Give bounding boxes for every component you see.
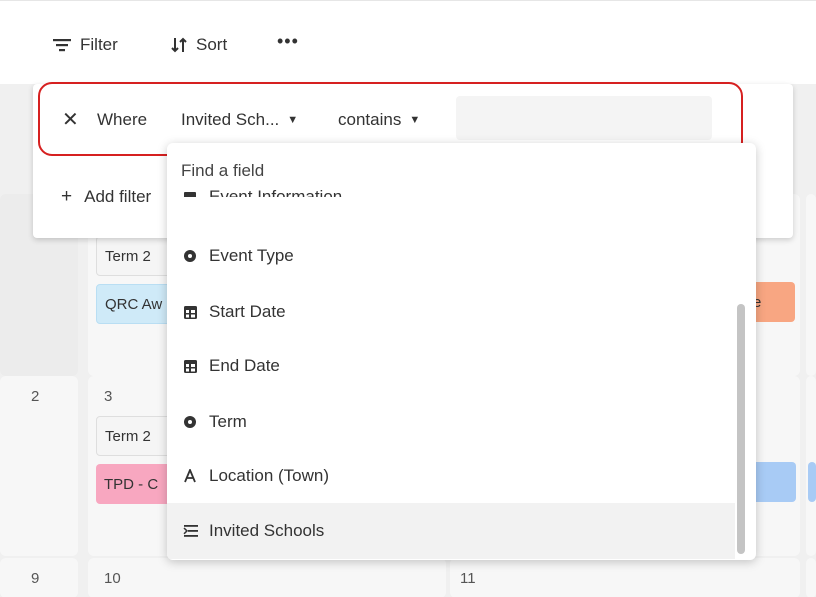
field-option-location-town[interactable]: Location (Town) [167, 448, 735, 504]
close-icon: ✕ [62, 109, 79, 131]
where-label: Where [97, 110, 148, 129]
plus-icon: + [61, 186, 73, 207]
single-select-icon [183, 249, 203, 263]
field-option-label: Location (Town) [209, 466, 330, 485]
row-number: 2 [31, 388, 40, 405]
more-icon: ••• [277, 31, 299, 51]
field-option-start-date[interactable]: Start Date [167, 284, 735, 340]
add-filter-label: Add filter [84, 187, 152, 206]
event-chip[interactable] [808, 462, 816, 502]
field-dropdown: Event Information Event Type Start Date … [167, 143, 756, 560]
view-toolbar: Filter Sort ••• [0, 0, 816, 84]
sort-icon [170, 36, 188, 54]
field-option-end-date[interactable]: End Date [167, 338, 735, 394]
remove-condition-button[interactable]: ✕ [62, 107, 79, 132]
event-chip-label: QRC Aw [105, 295, 163, 313]
field-option-label: Event Information [209, 187, 343, 197]
field-option-event-information[interactable]: Event Information [167, 173, 735, 197]
long-text-icon [183, 190, 203, 197]
text-field-icon [183, 469, 203, 483]
field-option-invited-schools[interactable]: Invited Schools [167, 503, 735, 559]
operator-select[interactable]: contains ▼ [338, 110, 420, 130]
field-option-term[interactable]: Term [167, 394, 735, 450]
term-chip-label: Term 2 [105, 427, 151, 445]
field-option-label: Start Date [209, 302, 286, 321]
calendar-cell[interactable] [806, 194, 816, 376]
calendar-icon [183, 305, 203, 320]
row-number: 9 [31, 570, 40, 587]
field-select[interactable]: Invited Sch... ▼ [181, 110, 298, 130]
day-number: 11 [460, 570, 476, 587]
term-chip[interactable]: Term 2 [96, 236, 176, 276]
calendar-cell[interactable] [450, 558, 800, 597]
day-number: 10 [104, 570, 121, 587]
filter-button[interactable]: Filter [52, 35, 118, 55]
term-chip[interactable]: Term 2 [96, 416, 176, 456]
sort-button-label: Sort [196, 35, 228, 54]
field-option-label: Term [209, 412, 247, 431]
operator-select-value: contains [338, 110, 402, 129]
sort-button[interactable]: Sort [170, 35, 227, 55]
calendar-cell[interactable] [806, 558, 816, 597]
field-option-label: Event Type [209, 246, 294, 265]
dropdown-scrollbar[interactable] [737, 304, 745, 554]
field-select-value: Invited Sch... [181, 110, 280, 129]
calendar-cell[interactable] [88, 558, 446, 597]
field-option-event-type[interactable]: Event Type [167, 228, 735, 284]
calendar-icon [183, 359, 203, 374]
filter-value-input[interactable] [456, 96, 712, 140]
single-select-icon [183, 415, 203, 429]
linked-record-icon [183, 524, 203, 538]
field-option-label: Invited Schools [209, 521, 325, 540]
caret-down-icon: ▼ [409, 114, 421, 126]
filter-button-label: Filter [80, 35, 118, 54]
event-chip-label: TPD - C [104, 475, 159, 493]
caret-down-icon: ▼ [287, 114, 299, 126]
field-option-label: End Date [209, 356, 280, 375]
add-filter-button[interactable]: + Add filter [61, 186, 167, 208]
filter-icon [52, 37, 72, 53]
event-chip[interactable]: QRC Aw [96, 284, 176, 324]
term-chip-label: Term 2 [105, 247, 151, 265]
event-chip[interactable]: TPD - C [96, 464, 176, 504]
more-options-button[interactable]: ••• [277, 31, 299, 52]
day-number: 3 [104, 388, 113, 405]
